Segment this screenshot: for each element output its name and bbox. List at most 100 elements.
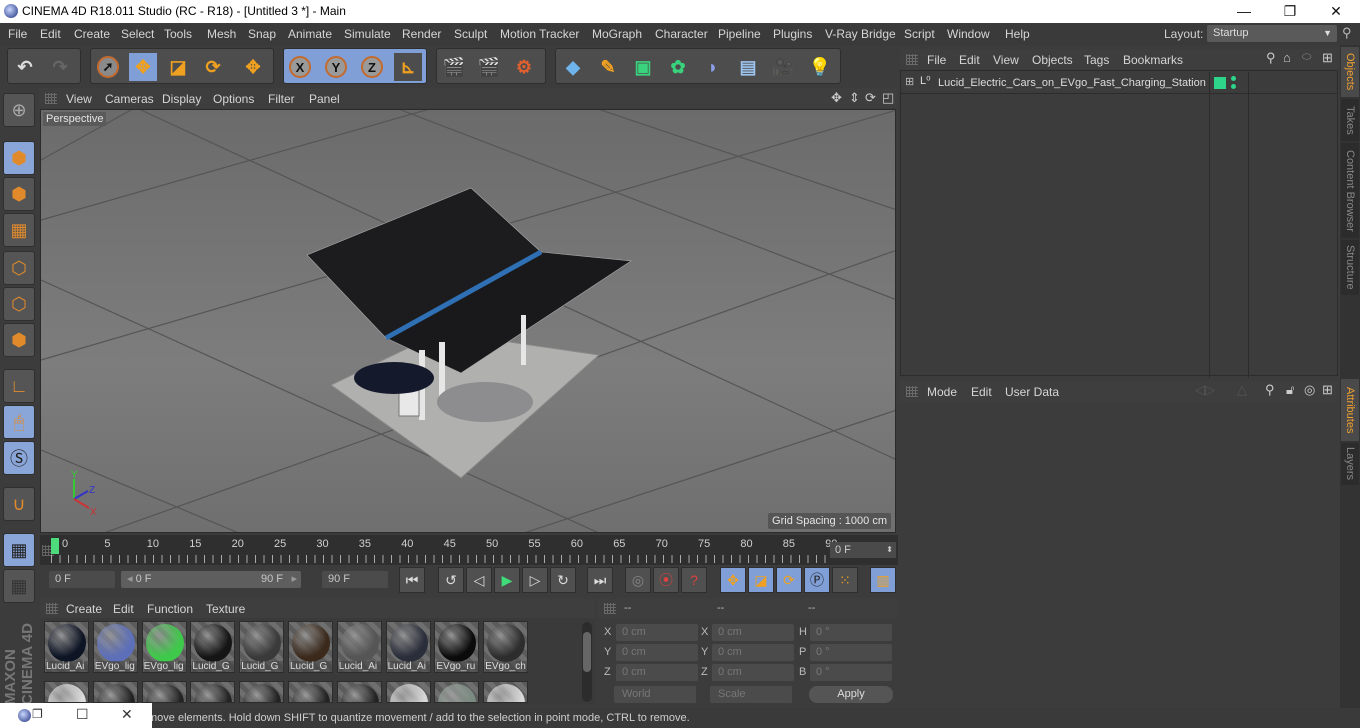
- tab-attributes[interactable]: Attributes: [1341, 379, 1359, 441]
- autokeying-icon[interactable]: ⦿: [653, 567, 679, 593]
- menu-simulate[interactable]: Simulate: [344, 27, 391, 41]
- viewport-menu-cameras[interactable]: Cameras: [105, 92, 154, 106]
- menu-sculpt[interactable]: Sculpt: [454, 27, 487, 41]
- key-point-level-icon[interactable]: ⁙: [832, 567, 858, 593]
- grip-icon[interactable]: [45, 93, 57, 104]
- key-rotation-icon[interactable]: ⟳: [776, 567, 802, 593]
- material-swatch[interactable]: [385, 681, 431, 703]
- new-window-icon[interactable]: ⊞: [1322, 382, 1333, 398]
- position-x-field[interactable]: 0 cm: [616, 624, 698, 641]
- pan-view-icon[interactable]: ✥: [831, 90, 842, 106]
- viewport-menu-panel[interactable]: Panel: [309, 92, 340, 106]
- material-swatch[interactable]: EVgo_lig: [141, 621, 187, 673]
- snap-icon[interactable]: Ⓢ: [3, 441, 35, 475]
- menu-mograph[interactable]: MoGraph: [592, 27, 642, 41]
- object-row[interactable]: ⊞ L⁰ Lucid_Electric_Cars_on_EVgo_Fast_Ch…: [901, 72, 1337, 378]
- material-menu-edit[interactable]: Edit: [113, 602, 134, 616]
- tab-layers[interactable]: Layers: [1341, 443, 1359, 485]
- apply-button[interactable]: Apply: [809, 686, 893, 703]
- menu-vray-bridge[interactable]: V-Ray Bridge: [825, 27, 896, 41]
- restore-icon[interactable]: ❐: [32, 707, 43, 721]
- rotation-h-field[interactable]: 0 °: [810, 624, 892, 641]
- position-y-field[interactable]: 0 cm: [616, 644, 698, 661]
- points-mode-icon[interactable]: ⬡: [3, 251, 35, 285]
- editor-visibility-dot[interactable]: [1231, 76, 1236, 81]
- tab-structure[interactable]: Structure: [1341, 240, 1359, 295]
- deformer-icon[interactable]: ◗: [699, 53, 727, 81]
- close-button[interactable]: ✕: [1313, 0, 1359, 23]
- magnet-icon[interactable]: ∪: [3, 487, 35, 521]
- home-icon[interactable]: ⌂: [1283, 50, 1291, 65]
- coordinate-mode-dropdown[interactable]: World: [614, 686, 696, 703]
- size-y-field[interactable]: 0 cm: [712, 644, 794, 661]
- go-to-end-icon[interactable]: ⏭: [587, 567, 613, 593]
- object-menu-view[interactable]: View: [993, 53, 1019, 67]
- viewport-menu-display[interactable]: Display: [162, 92, 201, 106]
- search-icon[interactable]: ⚲: [1342, 25, 1352, 41]
- new-window-icon[interactable]: ⊞: [1322, 50, 1333, 66]
- start-frame-field[interactable]: 0 F: [49, 571, 115, 588]
- tab-objects[interactable]: Objects: [1341, 47, 1359, 97]
- texture-mode-icon[interactable]: ⬢: [3, 177, 35, 211]
- material-swatch[interactable]: [44, 681, 89, 703]
- layout-dropdown[interactable]: Startup ▼: [1207, 25, 1337, 42]
- material-swatch[interactable]: Lucid_Ai: [385, 621, 431, 673]
- material-swatch[interactable]: [92, 681, 138, 703]
- axis-mode-icon[interactable]: ∟: [3, 369, 35, 403]
- end-frame-field[interactable]: 90 F: [322, 571, 388, 588]
- z-axis-lock[interactable]: Z: [358, 53, 386, 81]
- polygons-mode-icon[interactable]: ⬢: [3, 323, 35, 357]
- model-mode-icon[interactable]: ⬢: [3, 141, 35, 175]
- material-swatch[interactable]: [483, 681, 529, 703]
- material-swatch[interactable]: [288, 681, 333, 703]
- menu-plugins[interactable]: Plugins: [773, 27, 812, 41]
- scrollbar-thumb[interactable]: [583, 632, 591, 672]
- 3d-viewport[interactable]: Y Z X Perspective Grid Spacing : 1000 cm: [40, 109, 896, 533]
- menu-help[interactable]: Help: [1005, 27, 1030, 41]
- rotate-view-icon[interactable]: ⟳: [865, 90, 876, 106]
- rotate-tool-icon[interactable]: ⟳: [199, 53, 227, 81]
- menu-script[interactable]: Script: [904, 27, 935, 41]
- locked-workplane-icon[interactable]: ▦: [3, 533, 35, 567]
- material-swatch[interactable]: [141, 681, 187, 703]
- menu-snap[interactable]: Snap: [248, 27, 276, 41]
- material-menu-create[interactable]: Create: [66, 602, 102, 616]
- up-arrow-icon[interactable]: △: [1237, 382, 1247, 398]
- workplane-rotate-icon[interactable]: ▦: [3, 569, 35, 603]
- material-swatch[interactable]: EVgo_ch: [483, 621, 529, 673]
- menu-animate[interactable]: Animate: [288, 27, 332, 41]
- previous-key-icon[interactable]: ↺: [438, 567, 464, 593]
- redo-icon[interactable]: ↷: [46, 53, 74, 81]
- light-icon[interactable]: 💡: [806, 53, 834, 81]
- grip-icon[interactable]: [906, 386, 918, 397]
- viewport-menu-options[interactable]: Options: [213, 92, 254, 106]
- move-tool-icon[interactable]: ✥: [129, 53, 157, 81]
- render-view-icon[interactable]: 🎬: [440, 53, 468, 81]
- playhead[interactable]: [51, 538, 59, 554]
- x-axis-lock[interactable]: X: [286, 53, 314, 81]
- y-axis-lock[interactable]: Y: [322, 53, 350, 81]
- object-menu-tags[interactable]: Tags: [1084, 53, 1109, 67]
- menu-edit[interactable]: Edit: [40, 27, 61, 41]
- maximize-button[interactable]: ❐: [1267, 0, 1313, 23]
- object-menu-edit[interactable]: Edit: [959, 53, 980, 67]
- live-selection-icon[interactable]: ➚: [94, 53, 122, 81]
- floor-icon[interactable]: ▤: [734, 53, 762, 81]
- object-menu-objects[interactable]: Objects: [1032, 53, 1073, 67]
- search-icon[interactable]: ⚲: [1265, 382, 1275, 398]
- menu-render[interactable]: Render: [402, 27, 441, 41]
- record-active-objects-icon[interactable]: ◎: [625, 567, 651, 593]
- subdivision-surface-icon[interactable]: ▣: [629, 53, 657, 81]
- material-swatch[interactable]: Lucid_G: [190, 621, 236, 673]
- timeline-window-icon[interactable]: ▥: [870, 567, 896, 593]
- frame-range-slider[interactable]: ◂ 0 F 90 F ▸: [121, 571, 301, 588]
- coordinate-system-icon[interactable]: ⊾: [394, 53, 422, 81]
- material-swatch[interactable]: EVgo_ru: [434, 621, 480, 673]
- pen-icon[interactable]: ✎: [594, 53, 622, 81]
- menu-pipeline[interactable]: Pipeline: [718, 27, 761, 41]
- current-frame-field[interactable]: 0 F ⬍: [830, 542, 896, 558]
- tab-takes[interactable]: Takes: [1341, 99, 1359, 141]
- tweak-mode-icon[interactable]: 🖱: [3, 405, 35, 439]
- position-z-field[interactable]: 0 cm: [616, 664, 698, 681]
- material-menu-texture[interactable]: Texture: [206, 602, 245, 616]
